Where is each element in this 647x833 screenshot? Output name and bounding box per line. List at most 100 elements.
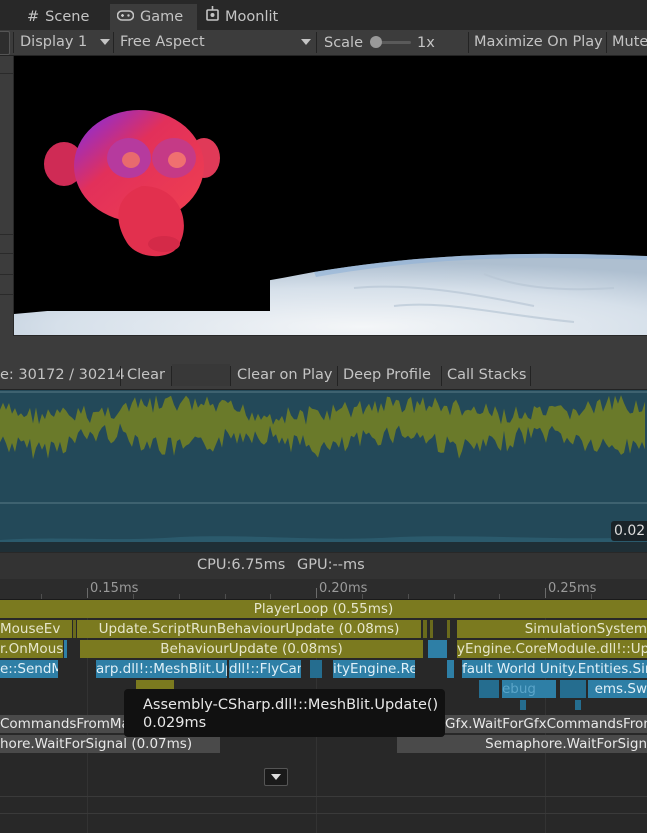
tab-scene[interactable]: # Scene <box>18 4 110 30</box>
sample-block[interactable] <box>423 620 427 638</box>
sample-playerloop[interactable]: PlayerLoop (0.55ms) <box>0 600 647 618</box>
separator <box>120 366 121 386</box>
sample-block[interactable] <box>447 620 450 638</box>
sample-behaviour-update[interactable]: BehaviourUpdate (0.08ms) <box>80 640 423 658</box>
ruler-tick <box>499 594 500 599</box>
graph-value-label: 0.02 <box>611 521 647 541</box>
frame-counter: e: 30172 / 30214 <box>0 367 125 383</box>
separator <box>441 366 442 386</box>
sample-block[interactable] <box>560 680 586 698</box>
tab-moonlit-label: Moonlit <box>225 9 279 25</box>
ruler-tick <box>179 594 180 599</box>
scale-label: Scale <box>324 35 364 51</box>
aspect-dropdown[interactable]: Free Aspect <box>120 30 314 55</box>
sample-block[interactable] <box>575 700 581 710</box>
sample-block[interactable] <box>428 640 447 658</box>
divider <box>0 253 13 254</box>
clear-on-play-toggle[interactable]: Clear on Play <box>237 364 332 386</box>
mute-audio-toggle[interactable]: Mute <box>612 30 647 55</box>
sample-semaphore-wait-left[interactable]: hore.WaitForSignal (0.07ms) <box>0 735 220 753</box>
sample-block[interactable] <box>520 700 526 710</box>
sample-block[interactable] <box>64 640 67 658</box>
scale-slider-thumb[interactable] <box>370 36 382 48</box>
sample-debug[interactable]: ebug <box>502 680 556 698</box>
tooltip-sample-name: Assembly-CSharp.dll!::MeshBlit.Update() <box>143 697 439 713</box>
display-dropdown[interactable]: Display 1 <box>20 30 113 55</box>
sample-mouse-events[interactable]: MouseEv <box>0 620 72 638</box>
chevron-down-icon <box>100 39 110 45</box>
sample-gfx-wait-commands[interactable]: Gfx.WaitForGfxCommandsFromM <box>445 715 647 733</box>
ruler-tick <box>545 588 546 598</box>
tooltip-sample-time: 0.029ms <box>143 715 207 731</box>
gamepad-icon <box>116 4 135 30</box>
separator <box>13 32 14 53</box>
divider <box>0 796 647 797</box>
aspect-label: Free Aspect <box>120 34 205 50</box>
game-render <box>14 56 647 335</box>
separator <box>230 366 231 386</box>
separator <box>113 32 114 53</box>
divider <box>0 294 13 295</box>
toolbar-spacer <box>172 364 230 386</box>
scene-handle <box>0 31 10 55</box>
sample-flycam[interactable]: dll!::FlyCam <box>229 660 301 678</box>
expand-thread-button[interactable] <box>264 768 288 786</box>
ruler-tick <box>225 594 226 599</box>
graph-area <box>0 390 647 542</box>
deep-profile-toggle[interactable]: Deep Profile <box>343 364 431 386</box>
chevron-down-icon <box>271 774 281 780</box>
call-stacks-toggle[interactable]: Call Stacks <box>447 364 526 386</box>
sample-block[interactable] <box>447 660 454 678</box>
scale-value: 1x <box>417 35 435 51</box>
panel-gap <box>0 336 647 364</box>
game-view[interactable] <box>14 56 647 335</box>
sample-semaphore-wait-right[interactable]: Semaphore.WaitForSign <box>397 735 647 753</box>
sample-default-world-simulation[interactable]: fault World Unity.Entities.Sim <box>462 660 647 678</box>
sample-meshblit-update[interactable]: arp.dll!::MeshBlit.Upd <box>96 660 227 678</box>
sample-block[interactable] <box>430 620 433 638</box>
ruler-tick <box>454 594 455 599</box>
ruler-tick <box>41 594 42 599</box>
sample-script-run-behaviour-update[interactable]: Update.ScriptRunBehaviourUpdate (0.08ms) <box>77 620 421 638</box>
tab-game[interactable]: Game <box>110 4 197 30</box>
ruler-label: 0.20ms <box>319 581 368 596</box>
sample-block[interactable] <box>479 680 499 698</box>
divider <box>0 813 647 814</box>
ruler-tick <box>316 588 317 598</box>
sample-tooltip: Assembly-CSharp.dll!::MeshBlit.Update() … <box>124 689 445 737</box>
tab-moonlit[interactable]: Moonlit <box>199 4 299 30</box>
divider <box>0 274 13 275</box>
tab-game-label: Game <box>140 9 184 25</box>
separator <box>468 32 469 53</box>
separator <box>337 366 338 386</box>
sample-on-mouse[interactable]: r.OnMous <box>0 640 63 658</box>
sample-coremodule[interactable]: yEngine.CoreModule.dll!::Upd <box>457 640 647 658</box>
clear-button[interactable]: Clear <box>127 364 165 386</box>
ruler-label: 0.25ms <box>548 581 597 596</box>
divider <box>0 73 13 74</box>
ruler-label: 0.15ms <box>90 581 139 596</box>
divider <box>0 234 13 235</box>
display-label: Display 1 <box>20 34 88 50</box>
separator <box>606 32 607 53</box>
separator <box>530 366 531 386</box>
cpu-time: CPU:6.75ms <box>197 557 286 573</box>
ruler-tick <box>87 588 88 598</box>
gpu-time: GPU:--ms <box>297 557 365 573</box>
ruler-tick <box>270 594 271 599</box>
sample-block[interactable] <box>73 620 76 638</box>
chevron-down-icon <box>301 39 311 45</box>
sample-simulation-system[interactable]: SimulationSystem <box>457 620 647 638</box>
ruler-tick <box>408 594 409 599</box>
hash-icon: # <box>27 9 40 25</box>
sample-block[interactable] <box>310 660 322 678</box>
separator <box>316 32 317 53</box>
sample-send-message[interactable]: e::SendM <box>0 660 58 678</box>
tab-scene-label: Scene <box>45 9 90 25</box>
sample-systems-switch[interactable]: ems.Sw <box>588 680 647 698</box>
sample-unity-engine-render[interactable]: ityEngine.Re <box>333 660 415 678</box>
graph-icon <box>206 4 219 30</box>
cpu-usage-graph[interactable] <box>0 390 647 542</box>
maximize-on-play-toggle[interactable]: Maximize On Play <box>474 30 603 55</box>
graph-footer <box>0 542 647 552</box>
